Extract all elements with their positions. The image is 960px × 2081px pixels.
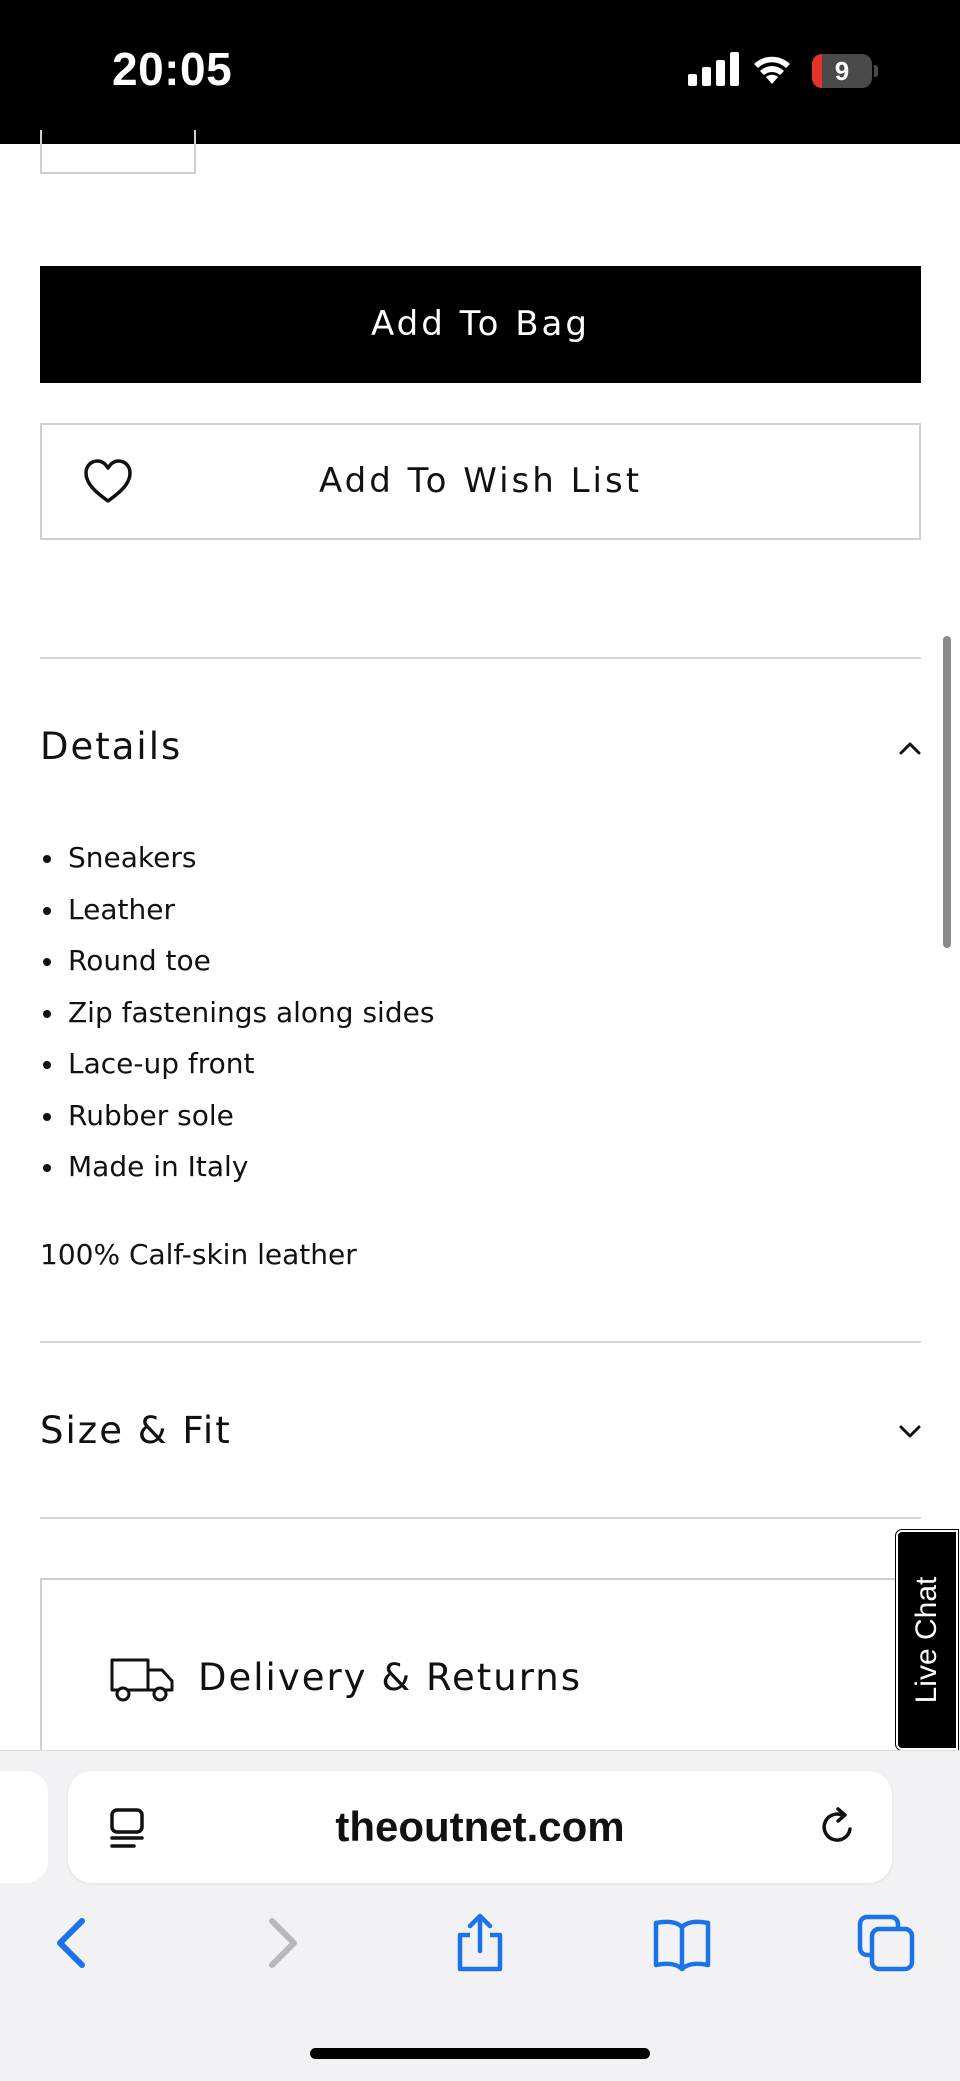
forward-icon[interactable] (250, 1913, 310, 1973)
list-item: Leather (40, 884, 434, 936)
address-bar[interactable]: theoutnet.com (68, 1771, 892, 1883)
divider (40, 1517, 921, 1519)
wifi-icon (754, 56, 790, 84)
list-item: Round toe (40, 935, 434, 987)
list-item: Zip fastenings along sides (40, 987, 434, 1039)
details-list: Sneakers Leather Round toe Zip fastening… (40, 832, 434, 1193)
battery-level: 9 (834, 56, 850, 86)
details-heading[interactable]: Details (40, 725, 182, 768)
list-item: Sneakers (40, 832, 434, 884)
divider (40, 1341, 921, 1343)
add-to-bag-button[interactable]: Add To Bag (40, 266, 921, 383)
bookmarks-icon[interactable] (652, 1913, 712, 1973)
delivery-returns-label: Delivery & Returns (198, 1656, 583, 1699)
chevron-down-icon[interactable] (898, 1424, 922, 1440)
add-to-wish-list-button[interactable]: Add To Wish List (40, 423, 921, 540)
size-selector-box[interactable] (40, 130, 196, 174)
previous-tab-preview[interactable] (0, 1771, 48, 1883)
tabs-icon[interactable] (856, 1913, 916, 1973)
delivery-truck-icon (110, 1658, 174, 1702)
wish-list-label: Add To Wish List (318, 461, 643, 501)
chevron-up-icon[interactable] (898, 740, 922, 756)
live-chat-button[interactable]: Live Chat (895, 1529, 959, 1751)
home-indicator[interactable] (310, 2048, 650, 2059)
status-bar: 20:05 9 (0, 0, 960, 144)
cellular-signal-icon (688, 52, 739, 86)
list-item: Lace-up front (40, 1038, 434, 1090)
share-icon[interactable] (450, 1913, 510, 1973)
delivery-returns-panel[interactable]: Delivery & Returns (40, 1578, 940, 1778)
back-icon[interactable] (44, 1913, 104, 1973)
list-item: Rubber sole (40, 1090, 434, 1142)
list-item: Made in Italy (40, 1141, 434, 1193)
material-composition: 100% Calf-skin leather (40, 1238, 357, 1271)
status-time: 20:05 (112, 43, 233, 95)
reload-icon[interactable] (816, 1805, 860, 1849)
live-chat-label: Live Chat (910, 1576, 943, 1704)
size-fit-heading[interactable]: Size & Fit (40, 1409, 232, 1452)
scrollbar[interactable] (943, 636, 951, 948)
browser-toolbar: theoutnet.com (0, 1750, 960, 2081)
battery-icon: 9 (812, 54, 878, 88)
url-text: theoutnet.com (335, 1803, 625, 1850)
divider (40, 657, 921, 659)
